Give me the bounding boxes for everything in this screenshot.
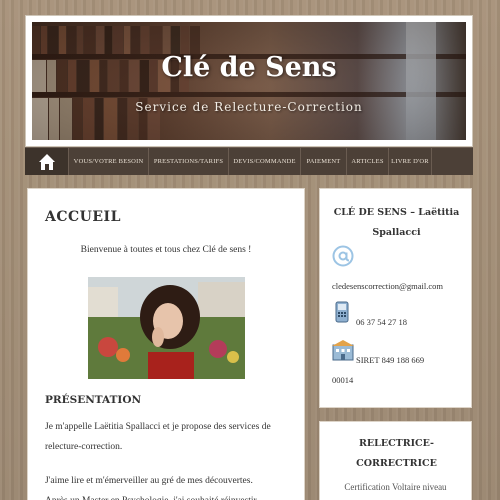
paragraph-line: relecture-correction. — [45, 442, 123, 452]
building-icon — [332, 339, 354, 366]
main-content: ACCUEIL Bienvenue à toutes et tous chez … — [27, 188, 305, 500]
header-banner: Clé de Sens Service de Relecture-Correct… — [32, 22, 466, 140]
paragraph-line: Je m'appelle Laëtitia Spallacci et je pr… — [45, 422, 271, 432]
contact-title-line: CLÉ DE SENS – Laëtitia — [333, 207, 460, 218]
main-navigation: VOUS/VOTRE BESOIN PRESTATIONS/TARIFS DEV… — [25, 147, 473, 175]
page-title: ACCUEIL — [45, 209, 121, 225]
welcome-text: Bienvenue à toutes et tous chez Clé de s… — [80, 245, 252, 255]
nav-item-paiement[interactable]: PAIEMENT — [301, 148, 347, 175]
contact-title: CLÉ DE SENS – Laëtitia Spallacci — [328, 203, 465, 243]
contact-siret-suffix: 00014 — [332, 375, 354, 385]
site-tagline: Service de Relecture-Correction — [135, 100, 363, 114]
nav-item-prestations[interactable]: PRESTATIONS/TARIFS — [149, 148, 229, 175]
nav-item-devis[interactable]: DEVIS/COMMANDE — [229, 148, 301, 175]
portrait-photo — [88, 277, 245, 379]
sidebar-profile-widget: RELECTRICE- CORRECTRICE Certification Vo… — [319, 421, 472, 500]
contact-siret: SIRET 849 188 669 — [356, 355, 425, 365]
contact-phone: 06 37 54 27 18 — [356, 317, 407, 327]
paragraph-line: J'aime lire et m'émerveiller au gré de m… — [45, 476, 253, 486]
profile-title-line: RELECTRICE- — [359, 438, 434, 449]
nav-item-besoin[interactable]: VOUS/VOTRE BESOIN — [69, 148, 149, 175]
site-title[interactable]: Clé de Sens — [32, 52, 466, 83]
presentation-paragraph-1: Je m'appelle Laëtitia Spallacci et je pr… — [45, 417, 290, 457]
email-icon — [332, 245, 354, 272]
section-title-presentation: PRÉSENTATION — [45, 394, 142, 406]
sidebar-contact-widget: CLÉ DE SENS – Laëtitia Spallacci cledese… — [319, 188, 472, 408]
phone-icon — [335, 301, 349, 328]
home-icon — [38, 153, 55, 170]
nav-home-button[interactable] — [25, 148, 69, 175]
header-frame: Clé de Sens Service de Relecture-Correct… — [25, 15, 473, 147]
profile-title-line: CORRECTRICE — [356, 458, 437, 469]
nav-item-livre-dor[interactable]: LIVRE D'OR — [389, 148, 432, 175]
profile-certification: Certification Voltaire niveau — [344, 482, 447, 492]
presentation-paragraph-2: J'aime lire et m'émerveiller au gré de m… — [45, 471, 290, 500]
contact-title-line: Spallacci — [372, 227, 421, 238]
nav-item-articles[interactable]: ARTICLES — [347, 148, 389, 175]
profile-title: RELECTRICE- CORRECTRICE — [328, 434, 465, 474]
contact-email-link[interactable]: cledesenscorrection@gmail.com — [332, 281, 443, 291]
paragraph-line: Après un Master en Psychologie, j'ai sou… — [45, 491, 290, 500]
